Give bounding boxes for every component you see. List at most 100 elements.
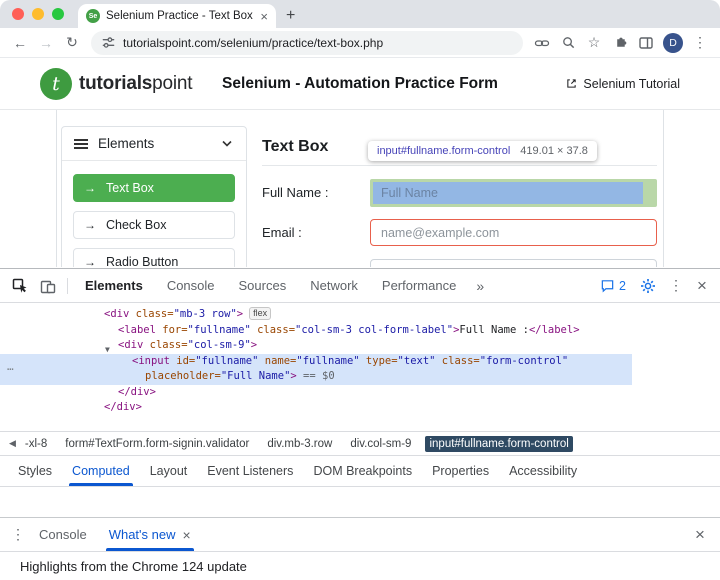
close-icon[interactable]: × xyxy=(183,527,191,543)
inspect-element-icon[interactable] xyxy=(6,272,34,300)
reload-button[interactable]: ↻ xyxy=(60,34,84,51)
panel-tab-accessibility[interactable]: Accessibility xyxy=(499,456,587,486)
zoom-icon[interactable] xyxy=(556,31,580,55)
elements-tree-node[interactable]: <label for="fullname" class="col-sm-3 co… xyxy=(0,323,632,339)
code-token-attr: type= xyxy=(360,355,398,367)
more-tabs-icon[interactable]: » xyxy=(468,278,492,294)
breadcrumb-item-div-mb-3-row[interactable]: div.mb-3.row xyxy=(263,436,336,452)
drawer-tab-label: Console xyxy=(39,527,87,542)
code-token-attr: for= xyxy=(156,324,188,336)
breadcrumb-item-div-col-sm-9[interactable]: div.col-sm-9 xyxy=(346,436,415,452)
breadcrumb-item-xl-8[interactable]: -xl-8 xyxy=(21,436,51,452)
elements-tree-node[interactable]: </div> xyxy=(0,385,632,401)
breadcrumb-item-form-textform-form-signin-validator[interactable]: form#TextForm.form-signin.validator xyxy=(61,436,253,452)
code-token-attr: class= xyxy=(143,339,187,351)
device-toolbar-icon[interactable] xyxy=(34,272,62,300)
code-token-attr: class= xyxy=(435,355,479,367)
panel-tab-dom-breakpoints[interactable]: DOM Breakpoints xyxy=(303,456,422,486)
elements-tree-node[interactable]: ▼<div class="col-sm-9"> xyxy=(0,338,632,354)
issues-count: 2 xyxy=(619,279,626,293)
overflow-dots-icon: ⋯ xyxy=(7,361,14,377)
devtools-panel: ElementsConsoleSourcesNetworkPerformance… xyxy=(0,268,720,517)
styles-panel-empty xyxy=(0,487,720,517)
panel-tab-event-listeners[interactable]: Event Listeners xyxy=(197,456,303,486)
chevron-down-icon xyxy=(220,138,234,149)
hamburger-menu-icon xyxy=(74,139,88,149)
devtools-tab-network[interactable]: Network xyxy=(298,269,370,302)
panel-tab-styles[interactable]: Styles xyxy=(8,456,62,486)
elements-tree-node[interactable]: </div> xyxy=(0,400,632,416)
practice-sidebar-items: →Text Box →Check Box →Radio Button xyxy=(62,161,246,267)
devtools-tab-performance[interactable]: Performance xyxy=(370,269,468,302)
practice-sidebar: Elements →Text Box →Check Box →Radio Butto… xyxy=(61,126,247,267)
devtools-drawer: ⋮ ConsoleWhat's new× × Highlights from t… xyxy=(0,517,720,580)
drawer-close-icon[interactable]: × xyxy=(688,526,712,543)
forward-button[interactable]: → xyxy=(34,35,58,51)
tutorial-link-label: Selenium Tutorial xyxy=(583,77,680,91)
tab-close-icon[interactable]: × xyxy=(260,10,268,23)
code-token-tag: > xyxy=(251,339,257,351)
text-input-full-name[interactable] xyxy=(373,182,643,204)
panel-tab-computed[interactable]: Computed xyxy=(62,456,140,486)
devtools-close-icon[interactable]: × xyxy=(690,277,714,294)
browser-tab[interactable]: Se Selenium Practice - Text Box × xyxy=(78,4,276,28)
site-header: t tutorialspoint Selenium - Automation P… xyxy=(0,58,720,110)
code-token-attr: name= xyxy=(258,355,296,367)
code-token-val: "col-sm-9" xyxy=(188,339,251,351)
window-controls xyxy=(10,0,72,28)
panel-tab-layout[interactable]: Layout xyxy=(140,456,198,486)
devtools-menu-kebab-icon[interactable]: ⋮ xyxy=(666,277,686,294)
elements-tree: <div class="mb-3 row">flex<label for="fu… xyxy=(0,303,720,431)
back-button[interactable]: ← xyxy=(8,35,32,51)
form-row-current-address: Current Address xyxy=(262,259,657,267)
tutorialspoint-logo[interactable]: t tutorialspoint xyxy=(40,68,192,100)
drawer-tab-what-s-new[interactable]: What's new× xyxy=(98,518,202,551)
drawer-menu-kebab-icon[interactable]: ⋮ xyxy=(8,526,28,543)
breadcrumb-items: -xl-8 form#TextForm.form-signin.validator… xyxy=(21,436,573,452)
site-info-icon[interactable] xyxy=(101,35,116,50)
tab-favicon-icon: Se xyxy=(86,9,100,23)
message-bubble-icon xyxy=(600,278,615,293)
bookmark-star-icon[interactable]: ☆ xyxy=(582,31,606,55)
devtools-tab-sources[interactable]: Sources xyxy=(227,269,299,302)
arrow-right-icon: → xyxy=(84,255,96,267)
code-token-tag: <div xyxy=(118,339,143,351)
side-panel-icon[interactable] xyxy=(634,31,658,55)
logo-text-light: point xyxy=(152,73,192,94)
devtools-tab-elements[interactable]: Elements xyxy=(73,269,155,302)
code-token-badge: flex xyxy=(249,307,271,320)
sidebar-header[interactable]: Elements xyxy=(62,127,246,161)
breadcrumb-scroll-left-icon[interactable]: ◀ xyxy=(4,438,21,449)
text-input-email[interactable] xyxy=(370,219,657,246)
browser-menu-kebab-icon[interactable]: ⋮ xyxy=(688,31,712,55)
sidebar-item-radio-button[interactable]: →Radio Button xyxy=(73,248,235,267)
code-token-tag: </div> xyxy=(118,386,156,398)
code-token-attr: class= xyxy=(251,324,295,336)
profile-avatar[interactable]: D xyxy=(663,33,683,53)
selenium-tutorial-link[interactable]: Selenium Tutorial xyxy=(565,77,680,91)
elements-tree-node[interactable]: <div class="mb-3 row">flex xyxy=(0,307,632,323)
issues-button[interactable]: 2 xyxy=(596,278,630,293)
settings-gear-icon[interactable] xyxy=(634,272,662,300)
sidebar-item-check-box[interactable]: →Check Box xyxy=(73,211,235,239)
field-label: Email : xyxy=(262,225,370,240)
address-bar[interactable]: tutorialspoint.com/selenium/practice/tex… xyxy=(91,31,523,55)
sidebar-item-text-box[interactable]: →Text Box xyxy=(73,174,235,202)
text-input-current-address[interactable] xyxy=(370,259,657,267)
link-icon[interactable] xyxy=(530,31,554,55)
toolbar-separator xyxy=(67,278,68,294)
devtools-tab-console[interactable]: Console xyxy=(155,269,227,302)
extensions-puzzle-icon[interactable] xyxy=(608,31,632,55)
window-close-button[interactable] xyxy=(12,8,24,20)
breadcrumb-item-input-fullname-form-control[interactable]: input#fullname.form-control xyxy=(425,436,572,452)
panel-tab-properties[interactable]: Properties xyxy=(422,456,499,486)
code-token-val: "fullname" xyxy=(296,355,359,367)
window-minimize-button[interactable] xyxy=(32,8,44,20)
window-zoom-button[interactable] xyxy=(52,8,64,20)
elements-tree-node[interactable]: ⋯<input id="fullname" name="fullname" ty… xyxy=(0,354,632,385)
drawer-tab-console[interactable]: Console xyxy=(28,518,98,551)
tab-strip: Se Selenium Practice - Text Box × + xyxy=(0,0,720,28)
code-token-val: "col-sm-3 col-form-label" xyxy=(295,324,453,336)
new-tab-button[interactable]: + xyxy=(286,8,295,24)
devtools-toolbar: ElementsConsoleSourcesNetworkPerformance… xyxy=(0,269,720,303)
